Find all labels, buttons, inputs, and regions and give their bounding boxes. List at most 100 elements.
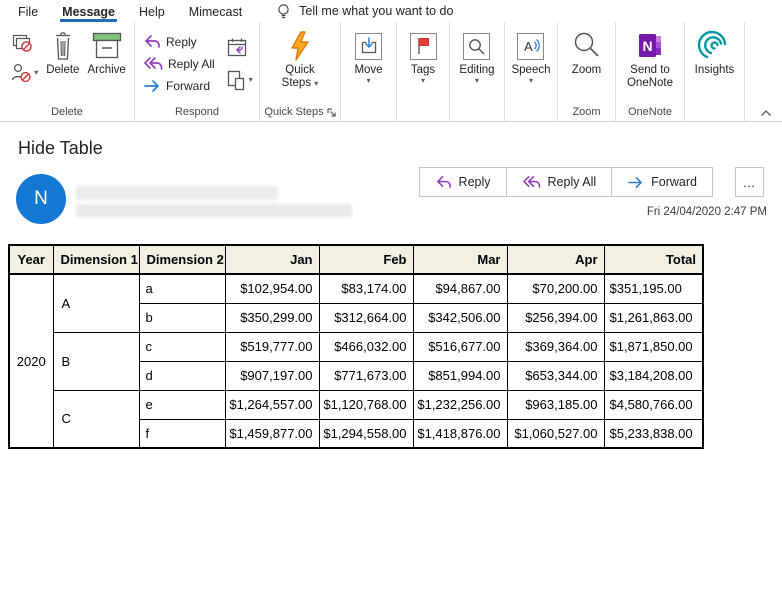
tell-me-label: Tell me what you want to do <box>299 4 454 18</box>
zoom-magnifier-icon <box>571 28 603 64</box>
mar-cell: $1,418,876.00 <box>412 418 508 449</box>
apr-cell: $653,344.00 <box>506 360 605 391</box>
ribbon-group-delete: ▾ Delete Archive Delete <box>0 22 135 121</box>
lightbulb-icon <box>276 3 291 20</box>
send-to-onenote-button[interactable]: N Send to OneNote <box>620 26 680 103</box>
reply-all-header-button[interactable]: Reply All <box>505 167 613 197</box>
speech-button[interactable]: A Speech ▾ <box>507 26 554 103</box>
zoom-button[interactable]: Zoom <box>567 26 607 103</box>
reply-all-arrow-icon <box>522 176 540 188</box>
junk-caret-icon: ▾ <box>34 68 39 77</box>
more-actions-button[interactable]: … <box>735 167 764 197</box>
table-row: C e $1,264,557.00 $1,120,768.00 $1,232,2… <box>9 389 704 449</box>
tab-message[interactable]: Message <box>50 2 127 22</box>
insights-button[interactable]: Insights <box>691 26 739 103</box>
message-subject: Hide Table <box>18 138 103 158</box>
quick-steps-caret-icon: ▾ <box>314 79 319 88</box>
dim2-cell: c <box>138 331 226 362</box>
email-data-table: Year Dimension 1 Dimension 2 Jan Feb Mar… <box>8 244 704 449</box>
junk-button[interactable]: ▾ <box>10 62 38 84</box>
ellipsis-icon: … <box>742 174 757 190</box>
magnifier-icon <box>463 32 491 60</box>
reply-button[interactable]: Reply <box>143 32 215 51</box>
mar-cell: $851,994.00 <box>412 360 508 391</box>
table-row: 2020 A a $102,954.00 $83,174.00 $94,867.… <box>8 273 704 449</box>
apr-cell: $369,364.00 <box>506 331 605 362</box>
quick-steps-button[interactable]: Quick Steps ▾ <box>270 26 330 103</box>
total-cell: $4,580,766.00 <box>603 389 704 420</box>
total-cell: $351,195.00 <box>603 273 704 304</box>
tab-help[interactable]: Help <box>127 2 177 21</box>
feb-cell: $1,120,768.00 <box>318 389 414 420</box>
ignore-button[interactable] <box>10 32 38 54</box>
apr-cell: $70,200.00 <box>506 273 605 304</box>
more-respond-button[interactable]: ▾ <box>225 68 253 92</box>
group-label-delete: Delete <box>51 106 83 118</box>
ribbon-group-insights: Insights <box>685 22 745 121</box>
ribbon-group-editing: Editing ▾ <box>450 22 505 121</box>
ribbon-tab-bar: File Message Help Mimecast Tell me what … <box>0 0 782 22</box>
editing-button[interactable]: Editing ▾ <box>455 26 498 103</box>
tags-button[interactable]: Tags ▾ <box>406 26 441 103</box>
move-icon <box>355 32 382 60</box>
move-button[interactable]: Move ▾ <box>350 26 386 103</box>
mar-cell: $516,677.00 <box>412 331 508 362</box>
sender-avatar[interactable]: N <box>16 174 66 224</box>
tell-me-search[interactable]: Tell me what you want to do <box>276 3 453 20</box>
forward-header-button[interactable]: Forward <box>611 167 713 197</box>
ribbon-group-speech: A Speech ▾ <box>505 22 558 121</box>
insights-icon <box>697 28 731 64</box>
forward-button[interactable]: Forward <box>143 76 215 95</box>
col-header-dim2: Dimension 2 <box>138 244 226 275</box>
archive-button[interactable]: Archive <box>83 26 129 103</box>
total-cell: $3,184,208.00 <box>603 360 704 391</box>
ribbon: ▾ Delete Archive Delete Reply Reply All … <box>0 22 782 122</box>
jan-cell: $102,954.00 <box>224 273 320 304</box>
col-header-dim1: Dimension 1 <box>52 244 140 275</box>
mar-cell: $342,506.00 <box>412 302 508 333</box>
reply-arrow-icon <box>436 176 451 188</box>
tab-mimecast[interactable]: Mimecast <box>177 2 254 21</box>
sender-name-redacted <box>76 186 278 200</box>
feb-cell: $771,673.00 <box>318 360 414 391</box>
tab-file[interactable]: File <box>6 2 50 21</box>
feb-cell: $1,294,558.00 <box>318 418 414 449</box>
avatar-initial: N <box>34 188 48 209</box>
ribbon-group-respond: Reply Reply All Forward ▾ Respond <box>135 22 260 121</box>
apr-cell: $963,185.00 <box>506 389 605 420</box>
feb-cell: $312,664.00 <box>318 302 414 333</box>
tags-caret-icon: ▾ <box>420 76 425 85</box>
mar-cell: $94,867.00 <box>412 273 508 304</box>
more-respond-caret-icon: ▾ <box>248 75 253 84</box>
forward-arrow-icon <box>144 79 159 92</box>
dim1-cell: A <box>52 273 140 333</box>
col-header-mar: Mar <box>412 244 508 275</box>
ribbon-group-tags: Tags ▾ <box>397 22 450 121</box>
ribbon-group-onenote: N Send to OneNote OneNote <box>616 22 685 121</box>
forward-arrow-icon <box>628 176 643 188</box>
group-label-quick-steps: Quick Steps <box>260 103 340 121</box>
svg-text:A: A <box>524 39 533 54</box>
outlook-message-window: File Message Help Mimecast Tell me what … <box>0 0 782 600</box>
jan-cell: $1,459,877.00 <box>224 418 320 449</box>
reply-header-button[interactable]: Reply <box>418 167 507 197</box>
col-header-feb: Feb <box>318 244 414 275</box>
ribbon-group-move: Move ▾ <box>341 22 397 121</box>
reply-all-arrow-icon <box>144 57 163 70</box>
meeting-button[interactable] <box>225 36 253 60</box>
col-header-total: Total <box>603 244 704 275</box>
reply-all-button[interactable]: Reply All <box>143 54 215 73</box>
move-caret-icon: ▾ <box>366 76 371 85</box>
mar-cell: $1,232,256.00 <box>412 389 508 420</box>
editing-caret-icon: ▾ <box>474 76 479 85</box>
jan-cell: $1,264,557.00 <box>224 389 320 420</box>
svg-text:N: N <box>642 38 652 54</box>
delete-button[interactable]: Delete <box>42 26 83 103</box>
dim1-cell: C <box>52 389 140 449</box>
flag-icon <box>409 32 437 60</box>
dialog-launcher-icon[interactable] <box>327 107 336 117</box>
year-cell: 2020 <box>8 273 54 449</box>
jan-cell: $519,777.00 <box>224 331 320 362</box>
collapse-ribbon-button[interactable] <box>760 109 772 117</box>
jan-cell: $907,197.00 <box>224 360 320 391</box>
